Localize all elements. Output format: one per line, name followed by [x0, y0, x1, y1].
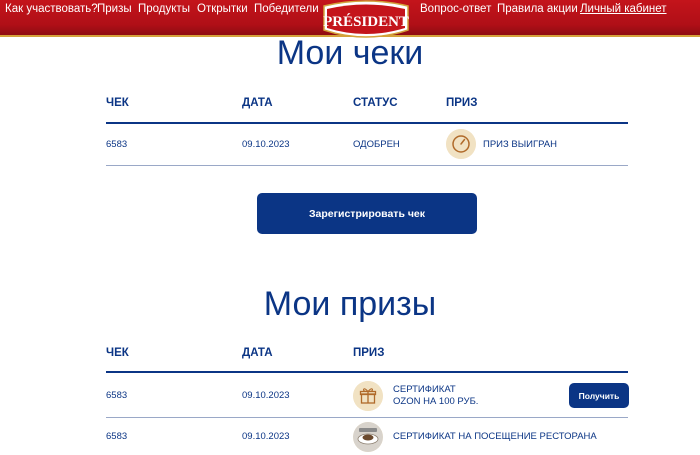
nav-how-to-participate[interactable]: Как участвовать? [5, 3, 98, 15]
prize-date: 09.10.2023 [242, 431, 290, 442]
register-check-button[interactable]: Зарегистрировать чек [257, 193, 477, 234]
check-date: 09.10.2023 [242, 139, 290, 150]
prize-name: СЕРТИФИКАТ НА ПОСЕЩЕНИЕ РЕСТОРАНА [393, 431, 597, 442]
get-prize-button[interactable]: Получить [569, 383, 629, 408]
nav-faq[interactable]: Вопрос-ответ [420, 3, 491, 15]
nav-prizes[interactable]: Призы [97, 3, 132, 15]
restaurant-dish-icon [353, 422, 383, 452]
nav-winners[interactable]: Победители [254, 3, 319, 15]
my-prizes-title: Мои призы [263, 285, 437, 323]
logo-wordmark: PRÉSIDENT [323, 13, 409, 30]
checks-header-divider [106, 122, 628, 124]
prize-name-line2: OZON НА 100 РУБ. [393, 396, 479, 407]
prizes-header-check: ЧЕК [106, 347, 129, 359]
checks-header-check: ЧЕК [106, 97, 129, 109]
prizes-header-date: ДАТА [242, 347, 273, 359]
check-prize-status: ПРИЗ ВЫИГРАН [483, 139, 557, 150]
nav-postcards[interactable]: Открытки [197, 3, 248, 15]
clock-icon [446, 129, 476, 159]
nav-personal-account[interactable]: Личный кабинет [580, 3, 667, 15]
president-logo[interactable]: PRÉSIDENT [320, 0, 412, 42]
check-status: ОДОБРЕН [353, 139, 400, 150]
nav-products[interactable]: Продукты [138, 3, 190, 15]
checks-header-prize: ПРИЗ [446, 97, 478, 109]
page: Как участвовать? Призы Продукты Открытки… [0, 0, 700, 455]
prize-name-line1: СЕРТИФИКАТ [393, 384, 456, 395]
row-divider [106, 165, 628, 166]
prize-date: 09.10.2023 [242, 390, 290, 401]
prize-check-number: 6583 [106, 431, 128, 442]
checks-header-date: ДАТА [242, 97, 273, 109]
checks-header-status: СТАТУС [353, 97, 398, 109]
row-divider [106, 417, 628, 418]
gift-icon [353, 381, 383, 411]
check-number: 6583 [106, 139, 128, 150]
prize-check-number: 6583 [106, 390, 128, 401]
prizes-header-prize: ПРИЗ [353, 347, 385, 359]
prizes-header-divider [106, 371, 628, 373]
nav-rules[interactable]: Правила акции [497, 3, 578, 15]
